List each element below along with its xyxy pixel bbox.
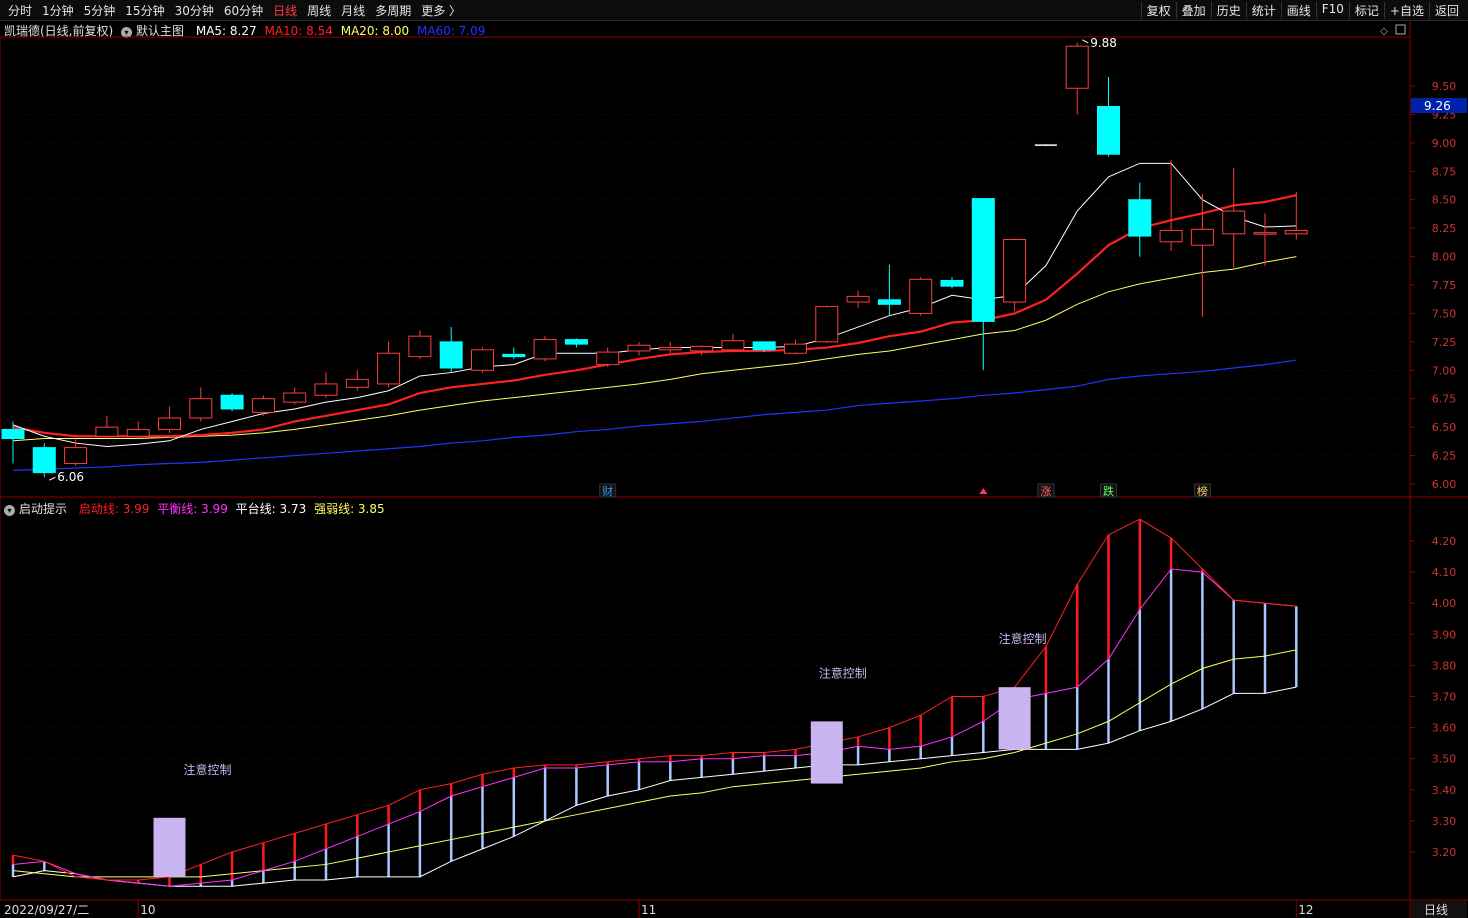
attention-label: 注意控制 xyxy=(819,665,867,680)
x-tick-label: 12 xyxy=(1298,903,1313,917)
candle-body[interactable] xyxy=(251,398,275,413)
attention-box xyxy=(810,721,843,784)
attention-label: 注意控制 xyxy=(999,631,1047,646)
candle-body[interactable] xyxy=(439,341,463,369)
candle-body[interactable] xyxy=(158,417,181,430)
candle-body[interactable] xyxy=(64,447,88,465)
y-tick-label: 8.50 xyxy=(1432,194,1457,207)
candle-body[interactable] xyxy=(784,343,807,354)
event-marker-label: 涨 xyxy=(1040,485,1051,498)
attention-label: 注意控制 xyxy=(183,762,231,777)
candle-body[interactable] xyxy=(32,447,56,474)
candle-body[interactable] xyxy=(940,279,964,287)
diamond-icon: ◇ xyxy=(1380,26,1388,37)
candle-body[interactable] xyxy=(1284,229,1308,235)
candle-body[interactable] xyxy=(1065,45,1089,89)
y-tick-label: 3.80 xyxy=(1432,659,1457,672)
y-tick-label: 3.60 xyxy=(1432,722,1457,735)
candle-body[interactable] xyxy=(721,340,745,351)
candle-body[interactable] xyxy=(377,352,401,385)
x-axis-start-date: 2022/09/27/二 xyxy=(4,903,89,917)
candle-body[interactable] xyxy=(283,392,307,403)
candle-body[interactable] xyxy=(408,335,432,358)
y-tick-label: 3.30 xyxy=(1432,815,1457,828)
candle-body[interactable] xyxy=(502,353,526,358)
low-arrow xyxy=(49,476,56,481)
square-icon[interactable] xyxy=(1395,24,1406,35)
y-tick-label: 7.75 xyxy=(1432,279,1457,292)
high-arrow xyxy=(1081,39,1089,44)
candle-body[interactable] xyxy=(126,428,150,437)
qidong-line xyxy=(12,518,1297,881)
y-tick-label: 7.00 xyxy=(1432,364,1457,377)
high-price-label: 9.88 xyxy=(1090,36,1117,50)
attention-box xyxy=(153,817,186,877)
y-tick-label: 3.20 xyxy=(1432,846,1457,859)
y-tick-label: 3.40 xyxy=(1432,784,1457,797)
candle-body[interactable] xyxy=(1190,228,1214,246)
candle-body[interactable] xyxy=(690,345,714,352)
candle-body[interactable] xyxy=(658,347,682,351)
candle-body[interactable] xyxy=(877,299,901,305)
candle-body[interactable] xyxy=(220,394,244,410)
low-price-label: 6.06 xyxy=(57,470,84,484)
y-tick-label: 8.25 xyxy=(1432,222,1457,235)
candle-body[interactable] xyxy=(533,339,557,360)
y-tick-label: 4.10 xyxy=(1432,566,1457,579)
event-marker-label: 跌 xyxy=(1103,484,1114,498)
candle-body[interactable] xyxy=(1,428,25,440)
candle-body[interactable] xyxy=(909,278,933,314)
candle-body[interactable] xyxy=(95,426,119,437)
y-tick-label: 6.00 xyxy=(1432,478,1457,491)
indicator-panel-frame xyxy=(0,496,1411,901)
candle-body[interactable] xyxy=(596,351,620,366)
y-tick-label: 3.90 xyxy=(1432,628,1457,641)
y-tick-label: 6.50 xyxy=(1432,421,1457,434)
y-tick-label: 4.20 xyxy=(1432,535,1457,548)
candle-body[interactable] xyxy=(471,349,494,371)
candle-body[interactable] xyxy=(846,295,870,303)
candle-body[interactable] xyxy=(1159,229,1183,243)
candle-body[interactable] xyxy=(1097,105,1120,155)
y-tick-label: 7.50 xyxy=(1432,307,1457,320)
y-tick-label: 8.00 xyxy=(1432,251,1457,264)
y-tick-label: 4.00 xyxy=(1432,597,1457,610)
candle-body[interactable] xyxy=(752,341,776,351)
candle-body[interactable] xyxy=(189,398,213,419)
candle-body[interactable] xyxy=(314,383,338,396)
attention-box xyxy=(998,687,1031,750)
y-tick-label: 8.75 xyxy=(1432,165,1457,178)
event-marker-label: 财 xyxy=(602,484,613,498)
candle-body[interactable] xyxy=(1222,210,1246,235)
candle-body[interactable] xyxy=(627,344,651,352)
candle-body[interactable] xyxy=(1128,199,1152,237)
candle-body[interactable] xyxy=(1253,232,1277,235)
x-tick-label: 11 xyxy=(641,903,656,917)
candle-body[interactable] xyxy=(971,198,995,322)
y-tick-label: 3.70 xyxy=(1432,691,1457,704)
candle-body[interactable] xyxy=(564,339,588,345)
stock-chart-canvas[interactable]: 6.00 6.25 6.50 6.75 7.00 7.25 7.50 7.75 8.00 8.25… xyxy=(0,0,1468,918)
x-tick-label: 10 xyxy=(140,903,155,917)
candle-body[interactable] xyxy=(345,378,369,388)
current-price-label: 9.26 xyxy=(1424,99,1451,113)
y-tick-label: 7.25 xyxy=(1432,336,1457,349)
y-tick-label: 9.00 xyxy=(1432,137,1457,150)
y-tick-label: 6.25 xyxy=(1432,450,1457,463)
y-tick-label: 3.50 xyxy=(1432,753,1457,766)
pingtai-line xyxy=(12,686,1297,887)
candle-body[interactable] xyxy=(815,306,839,343)
main-panel-frame xyxy=(0,36,1411,498)
period-indicator-label: 日线 xyxy=(1424,903,1448,917)
event-up-icon[interactable] xyxy=(979,488,988,494)
event-marker-label: 榜 xyxy=(1197,484,1208,498)
y-tick-label: 9.50 xyxy=(1432,80,1457,93)
y-tick-label: 6.75 xyxy=(1432,393,1457,406)
candle-body[interactable] xyxy=(1003,239,1027,303)
